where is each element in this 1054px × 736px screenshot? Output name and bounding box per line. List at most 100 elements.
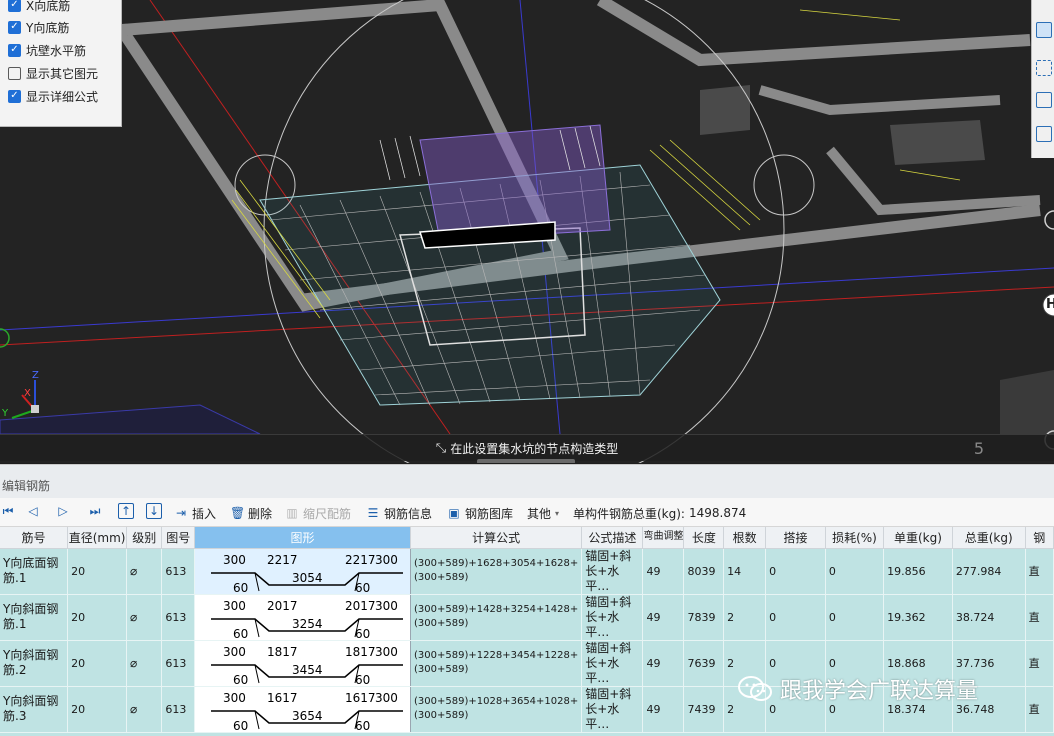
cell-shape[interactable]: 300 1617 1617 300 60 3654 60 [194,686,412,733]
cell-extra[interactable]: 直 [1025,640,1054,687]
cell-loss[interactable]: 0 [825,594,885,641]
option-y-bottom-rebar[interactable]: ✓ Y向底筋 [8,17,69,37]
cell-rebar-no[interactable]: Y向底面钢筋.1 [0,548,69,595]
table-row[interactable]: Y向底面钢筋.1 20 ⌀ 613 300 2217 2217 300 60 3054 60 (300… [0,548,1054,595]
view-cube-icon[interactable] [1036,22,1052,38]
other-menu-button[interactable]: 其他 ▾ [527,504,559,522]
header-formula[interactable]: 计算公式 [410,527,583,549]
cell-unit-weight[interactable]: 19.856 [883,548,953,595]
cell-rebar-no[interactable]: Y向斜面钢筋.3 [0,686,69,733]
cell-rebar-no[interactable]: Y向斜面钢筋.1 [0,594,69,641]
cell-total-weight[interactable]: 38.724 [952,594,1026,641]
header-length[interactable]: 长度 [683,527,725,549]
cell-formula[interactable]: (300+589)+1628+3054+1628+(300+589) [410,548,583,595]
cell-count[interactable]: 14 [723,548,767,595]
checkbox-icon[interactable]: ✓ [8,89,21,103]
option-pit-wall-horizontal-rebar[interactable]: ✓ 坑壁水平筋 [8,40,86,60]
insert-button[interactable]: ⇥ 插入 [174,504,216,522]
cell-extra[interactable]: 直 [1025,594,1054,641]
header-diameter[interactable]: 直径(mm) [67,527,128,549]
header-count[interactable]: 根数 [723,527,767,549]
move-up-icon[interactable]: ↑ [118,503,134,519]
model-canvas[interactable] [0,0,1054,463]
header-figure-no[interactable]: 图号 [161,527,196,549]
checkbox-icon[interactable] [8,66,21,80]
cell-formula-desc[interactable]: 锚固+斜长+水平… [581,594,644,641]
header-loss[interactable]: 损耗(%) [825,527,885,549]
last-row-icon[interactable]: ⏭ [87,503,103,519]
cell-bend-adjust[interactable]: 49 [642,640,685,687]
cell-diameter[interactable]: 20 [67,548,128,595]
option-show-detailed-formula[interactable]: ✓ 显示详细公式 [8,86,98,106]
cell-formula-desc[interactable]: 锚固+斜长+水平… [581,548,644,595]
cell-loss[interactable]: 0 [825,548,885,595]
cell-total-weight[interactable]: 277.984 [952,548,1026,595]
header-formula-desc[interactable]: 公式描述 [581,527,644,549]
3d-viewport[interactable]: Z X Y H ✓ X向底筋 ✓ Y向底筋 ✓ 坑壁水平筋 显示其它图元 ✓ 显… [0,0,1054,463]
cell-grade[interactable]: ⌀ [126,686,163,733]
cell-length[interactable]: 8039 [683,548,725,595]
header-rebar-no[interactable]: 筋号 [0,527,69,549]
shape-bottom-right: 60 [355,627,370,640]
cell-rebar-no[interactable]: Y向斜面钢筋.2 [0,640,69,687]
cell-formula-desc[interactable]: 锚固+斜长+水平… [581,640,644,687]
cell-shape[interactable]: 300 2217 2217 300 60 3054 60 [194,548,412,595]
scale-rebar-button[interactable]: ▥ 缩尺配筋 [285,504,351,522]
properties-icon[interactable] [1036,126,1052,142]
cell-formula[interactable]: (300+589)+1228+3454+1228+(300+589) [410,640,583,687]
cell-shape[interactable]: 300 1817 1817 300 60 3454 60 [194,640,412,687]
header-grade[interactable]: 级别 [126,527,163,549]
rebar-info-button[interactable]: ☰ 钢筋信息 [366,504,432,522]
cell-bend-adjust[interactable]: 49 [642,548,685,595]
shape-top-mid-right: 2017 [345,599,376,613]
cell-extra[interactable]: 直 [1025,686,1054,733]
cell-figure-no[interactable]: 613 [161,548,196,595]
move-down-icon[interactable]: ↓ [146,503,162,519]
first-row-icon[interactable]: ⏮ [0,503,16,519]
cell-grade[interactable]: ⌀ [126,640,163,687]
table-row[interactable]: Y向斜面钢筋.1 20 ⌀ 613 300 2017 2017 300 60 3254 60 (300… [0,594,1054,641]
previous-row-icon[interactable]: ◁ [25,503,41,519]
cell-bend-adjust[interactable]: 49 [642,686,685,733]
cell-formula[interactable]: (300+589)+1028+3654+1028+(300+589) [410,686,583,733]
delete-button[interactable]: 🗑 删除 [230,504,272,522]
checkbox-icon[interactable]: ✓ [8,43,21,57]
3d-view-icon[interactable] [1036,92,1052,108]
cell-figure-no[interactable]: 613 [161,686,196,733]
header-bend-adjust[interactable]: 弯曲调整 [642,527,685,549]
cell-formula-desc[interactable]: 锚固+斜长+水平… [581,686,644,733]
cell-length[interactable]: 7439 [683,686,725,733]
cell-figure-no[interactable]: 613 [161,594,196,641]
cell-bend-adjust[interactable]: 49 [642,594,685,641]
rebar-library-button[interactable]: ▣ 钢筋图库 [447,504,513,522]
option-show-other-elements[interactable]: 显示其它图元 [8,63,98,83]
checkbox-icon[interactable]: ✓ [8,20,21,34]
axis-label-x: X [24,388,31,399]
box-select-icon[interactable] [1036,60,1052,76]
cell-extra[interactable]: 直 [1025,548,1054,595]
cell-diameter[interactable]: 20 [67,640,128,687]
cell-grade[interactable]: ⌀ [126,548,163,595]
cell-diameter[interactable]: 20 [67,686,128,733]
cell-lap[interactable]: 0 [765,594,826,641]
cell-figure-no[interactable]: 613 [161,640,196,687]
cell-unit-weight[interactable]: 19.362 [883,594,953,641]
header-lap[interactable]: 搭接 [765,527,826,549]
header-shape[interactable]: 图形 [194,527,412,549]
cell-length[interactable]: 7839 [683,594,725,641]
cell-grade[interactable]: ⌀ [126,594,163,641]
checkbox-icon[interactable]: ✓ [8,0,21,12]
option-x-bottom-rebar[interactable]: ✓ X向底筋 [8,0,70,15]
panel-resize-handle[interactable] [477,459,575,463]
cell-diameter[interactable]: 20 [67,594,128,641]
cell-shape[interactable]: 300 2017 2017 300 60 3254 60 [194,594,412,641]
cell-count[interactable]: 2 [723,594,767,641]
header-total-weight[interactable]: 总重(kg) [952,527,1026,549]
option-label: Y向底筋 [26,20,70,35]
cell-length[interactable]: 7639 [683,640,725,687]
next-row-icon[interactable]: ▷ [55,503,71,519]
header-unit-weight[interactable]: 单重(kg) [883,527,953,549]
cell-lap[interactable]: 0 [765,548,826,595]
header-extra[interactable]: 钢 [1025,527,1054,549]
cell-formula[interactable]: (300+589)+1428+3254+1428+(300+589) [410,594,583,641]
